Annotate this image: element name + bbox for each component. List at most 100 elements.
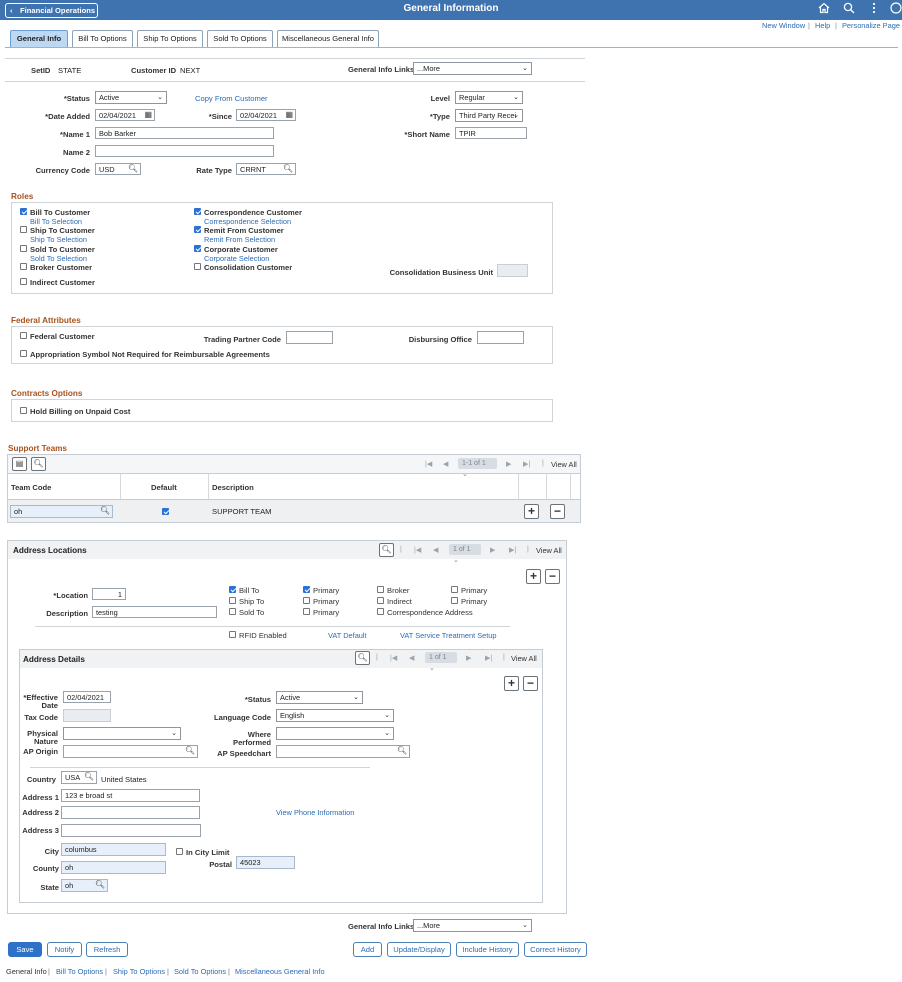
next-page-icon[interactable]: ▶	[466, 654, 471, 662]
tab-general-info[interactable]: General Info	[10, 30, 68, 47]
footer-miscellaneous-general-info[interactable]: Miscellaneous General Info	[235, 967, 325, 976]
ship-to-customer-checkbox[interactable]	[20, 226, 27, 233]
address-row-counter[interactable]: 1 of 1 ⌄	[449, 544, 481, 564]
lookup-icon[interactable]: 🔍︎	[100, 506, 110, 515]
in-city-limit-checkbox[interactable]	[176, 848, 183, 855]
address-details-view-all[interactable]: View All	[511, 654, 537, 663]
short-name-input[interactable]: TPIR	[455, 127, 527, 139]
indirect-primary-checkbox[interactable]	[451, 597, 458, 604]
state-input[interactable]: oh 🔍︎	[61, 879, 108, 892]
address3-input[interactable]	[61, 824, 201, 837]
ap-origin-input[interactable]: 🔍︎	[63, 745, 198, 758]
refresh-button[interactable]: Refresh	[86, 942, 128, 957]
correct-history-button[interactable]: Correct History	[524, 942, 587, 957]
correspondence-customer-checkbox[interactable]	[194, 208, 201, 215]
bill-to-customer-checkbox[interactable]	[20, 208, 27, 215]
correspondence-address-checkbox[interactable]	[377, 608, 384, 615]
address-details-row-counter[interactable]: 1 of 1 ⌄	[425, 652, 457, 672]
add-detail-button[interactable]: +	[504, 676, 519, 691]
rate-type-input[interactable]: CRRNT 🔍︎	[236, 163, 296, 175]
address2-input[interactable]	[61, 806, 200, 819]
tab-sold-to-options[interactable]: Sold To Options	[207, 30, 273, 47]
bill-to-primary-checkbox[interactable]	[303, 586, 310, 593]
footer-bill-to-options[interactable]: Bill To Options	[56, 967, 103, 976]
broker-customer-checkbox[interactable]	[20, 263, 27, 270]
level-select[interactable]: Regular ⌄	[455, 91, 523, 104]
indirect-customer-checkbox[interactable]	[20, 278, 27, 285]
previous-page-icon[interactable]: ◀	[409, 654, 414, 662]
sold-to-selection-link[interactable]: Sold To Selection	[30, 254, 87, 263]
broker-primary-checkbox[interactable]	[451, 586, 458, 593]
county-input[interactable]: oh	[61, 861, 166, 874]
corporate-selection-link[interactable]: Corporate Selection	[204, 254, 269, 263]
vat-default-link[interactable]: VAT Default	[328, 631, 367, 640]
indirect-checkbox[interactable]	[377, 597, 384, 604]
include-history-button[interactable]: Include History	[456, 942, 519, 957]
rfid-enabled-checkbox[interactable]	[229, 631, 236, 638]
sold-to-primary-checkbox[interactable]	[303, 608, 310, 615]
ap-speedchart-input[interactable]: 🔍︎	[276, 745, 410, 758]
next-page-icon[interactable]: ▶	[506, 460, 511, 468]
name2-input[interactable]	[95, 145, 274, 157]
delete-detail-button[interactable]: −	[523, 676, 538, 691]
navbar-icon[interactable]	[890, 2, 902, 17]
bill-to-checkbox[interactable]	[229, 586, 236, 593]
language-code-select[interactable]: English ⌄	[276, 709, 394, 722]
search-icon[interactable]	[843, 2, 855, 17]
first-page-icon[interactable]: |◀	[425, 460, 432, 468]
last-page-icon[interactable]: ▶|	[485, 654, 492, 662]
tab-miscellaneous-general-info[interactable]: Miscellaneous General Info	[277, 30, 379, 47]
location-input[interactable]: 1	[92, 588, 126, 600]
lookup-icon[interactable]: 🔍︎	[185, 746, 195, 755]
delete-row-button[interactable]: −	[550, 504, 565, 519]
personalize-page-link[interactable]: Personalize Page	[842, 21, 900, 30]
where-performed-select[interactable]: ⌄	[276, 727, 394, 740]
find-icon[interactable]: 🔍︎	[355, 651, 370, 665]
lookup-icon[interactable]: 🔍︎	[84, 772, 94, 781]
support-teams-view-all[interactable]: View All	[551, 460, 577, 469]
tab-ship-to-options[interactable]: Ship To Options	[137, 30, 203, 47]
correspondence-selection-link[interactable]: Correspondence Selection	[204, 217, 291, 226]
lookup-icon[interactable]: 🔍︎	[128, 164, 138, 173]
postal-input[interactable]: 45023	[236, 856, 295, 869]
ship-to-primary-checkbox[interactable]	[303, 597, 310, 604]
calendar-icon[interactable]: ▦	[144, 110, 152, 119]
remit-from-selection-link[interactable]: Remit From Selection	[204, 235, 275, 244]
first-page-icon[interactable]: |◀	[414, 546, 421, 554]
appropriation-symbol-checkbox[interactable]	[20, 350, 27, 357]
lookup-icon[interactable]: 🔍︎	[283, 164, 293, 173]
last-page-icon[interactable]: ▶|	[509, 546, 516, 554]
last-page-icon[interactable]: ▶|	[523, 460, 530, 468]
previous-page-icon[interactable]: ◀	[433, 546, 438, 554]
find-icon[interactable]: 🔍︎	[379, 543, 394, 557]
team-code-input[interactable]: oh 🔍︎	[10, 505, 113, 518]
copy-from-customer-link[interactable]: Copy From Customer	[195, 94, 268, 103]
broker-checkbox[interactable]	[377, 586, 384, 593]
find-icon[interactable]: 🔍︎	[31, 457, 46, 471]
description-input[interactable]: testing	[92, 606, 217, 618]
sold-to-customer-checkbox[interactable]	[20, 245, 27, 252]
footer-sold-to-options[interactable]: Sold To Options	[174, 967, 226, 976]
consolidation-customer-checkbox[interactable]	[194, 263, 201, 270]
first-page-icon[interactable]: |◀	[390, 654, 397, 662]
detail-status-select[interactable]: Active ⌄	[276, 691, 363, 704]
general-info-links-select[interactable]: ...More ⌄	[413, 62, 532, 75]
since-input[interactable]: 02/04/2021 ▦	[236, 109, 296, 121]
notify-button[interactable]: Notify	[47, 942, 82, 957]
support-teams-row-counter[interactable]: 1-1 of 1 ⌄	[458, 458, 497, 478]
help-link[interactable]: Help	[815, 21, 830, 30]
country-input[interactable]: USA 🔍︎	[61, 771, 97, 784]
previous-page-icon[interactable]: ◀	[443, 460, 448, 468]
status-select[interactable]: Active ⌄	[95, 91, 167, 104]
new-window-link[interactable]: New Window	[762, 21, 805, 30]
lookup-icon[interactable]: 🔍︎	[95, 880, 105, 889]
corporate-customer-checkbox[interactable]	[194, 245, 201, 252]
default-checkbox[interactable]	[162, 508, 169, 515]
sold-to-checkbox[interactable]	[229, 608, 236, 615]
add-button[interactable]: Add	[353, 942, 382, 957]
bill-to-selection-link[interactable]: Bill To Selection	[30, 217, 82, 226]
update-display-button[interactable]: Update/Display	[387, 942, 451, 957]
type-select[interactable]: Third Party Recei ⌄	[455, 109, 523, 122]
city-input[interactable]: columbus	[61, 843, 166, 856]
name1-input[interactable]: Bob Barker	[95, 127, 274, 139]
